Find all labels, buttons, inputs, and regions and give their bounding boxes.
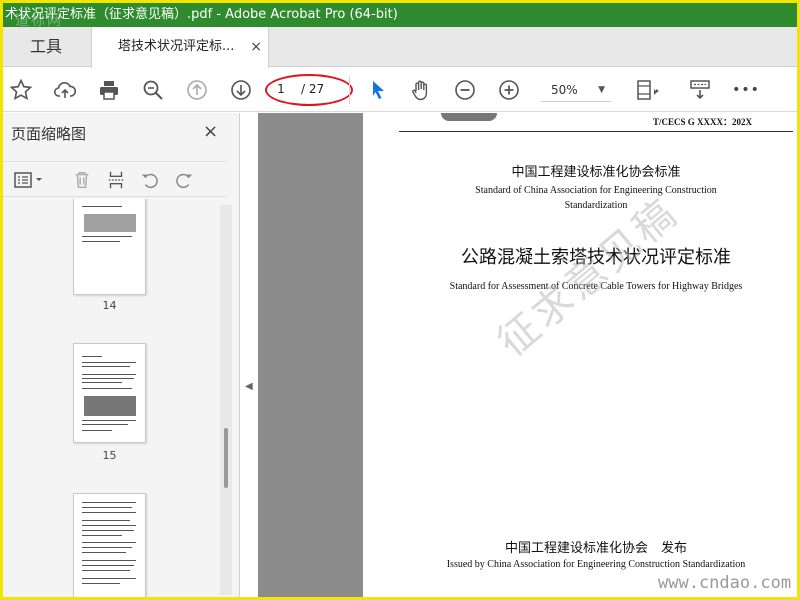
tab-tools[interactable]: 工具 (3, 27, 89, 67)
zoom-level-select[interactable]: 50% ▼ (541, 78, 611, 102)
panel-close-button[interactable]: × (203, 121, 218, 142)
page-thumbnails-panel: 页面缩略图 × 14 15 (3, 113, 240, 597)
thumbnail-scrollbar-thumb[interactable] (224, 428, 228, 488)
acrobat-window: 术状况评定标准（征求意见稿）.pdf - Adobe Acrobat Pro (… (0, 0, 800, 600)
zoom-level-value: 50% (551, 83, 578, 97)
cloud-upload-icon[interactable] (50, 75, 80, 105)
thumbnail-list[interactable]: 14 15 (3, 199, 227, 597)
collapse-arrow-icon[interactable]: ◀ (245, 381, 253, 392)
title-bar: 术状况评定标准（征求意见稿）.pdf - Adobe Acrobat Pro (… (3, 3, 797, 27)
tab-close-button[interactable]: × (250, 27, 262, 67)
thumbnail-page-number: 15 (102, 449, 117, 462)
scroll-mode-icon[interactable] (685, 75, 715, 105)
window-title: 术状况评定标准（征求意见稿）.pdf - Adobe Acrobat Pro (… (5, 7, 398, 22)
header-rule (399, 131, 793, 132)
page-thumbnail[interactable] (73, 493, 146, 597)
thumbnail-page-number: 14 (102, 299, 117, 312)
document-page[interactable]: T/CECS G XXXX：202X 中国工程建设标准化协会标准 Standar… (363, 113, 797, 597)
page-up-icon[interactable] (182, 75, 212, 105)
toolbar-separator (349, 76, 350, 104)
options-menu-icon[interactable] (11, 168, 47, 192)
org-name-cn: 中国工程建设标准化协会标准 (511, 165, 681, 180)
tab-document[interactable]: 塔技术状况评定标... × (91, 27, 269, 68)
select-arrow-icon[interactable] (363, 75, 393, 105)
fit-page-icon[interactable] (631, 75, 667, 105)
standard-logo (441, 113, 497, 121)
issuer-cn: 中国工程建设标准化协会 发布 (504, 541, 687, 556)
issuer-en: Issued by China Association for Engineer… (446, 559, 746, 570)
tab-document-label: 塔技术状况评定标... (118, 39, 235, 54)
more-icon[interactable]: ••• (731, 75, 761, 105)
chevron-down-icon: ▼ (598, 85, 605, 95)
zoom-in-icon[interactable] (494, 75, 524, 105)
page-down-icon[interactable] (226, 75, 256, 105)
standard-code: T/CECS G XXXX：202X (653, 117, 753, 127)
rotate-right-icon[interactable] (171, 168, 197, 192)
page-thumbnail[interactable] (73, 343, 146, 443)
tab-bar: 工具 塔技术状况评定标... × (3, 27, 797, 68)
thumbnail-toolbar (3, 161, 227, 197)
org-name-en: Standard of China Association for Engine… (475, 185, 717, 211)
document-background (258, 113, 363, 597)
hand-icon[interactable] (406, 75, 436, 105)
site-watermark: www.cndao.com (658, 573, 792, 593)
star-icon[interactable] (6, 75, 36, 105)
print-icon[interactable] (94, 75, 124, 105)
panel-splitter[interactable]: ◀ (240, 113, 258, 597)
main-toolbar: 1 / 27 50% ▼ ••• (3, 68, 797, 112)
zoom-search-icon[interactable] (138, 75, 168, 105)
rotate-left-icon[interactable] (137, 168, 163, 192)
panel-title: 页面缩略图 (11, 125, 87, 143)
thumbnail-scrollbar[interactable] (220, 205, 232, 595)
trash-icon[interactable] (69, 168, 95, 192)
extract-pages-icon[interactable] (103, 168, 129, 192)
logo-watermark: 道标网 (15, 13, 63, 27)
zoom-out-icon[interactable] (450, 75, 480, 105)
red-annotation-ellipse (265, 74, 353, 106)
page-thumbnail[interactable] (73, 199, 146, 295)
